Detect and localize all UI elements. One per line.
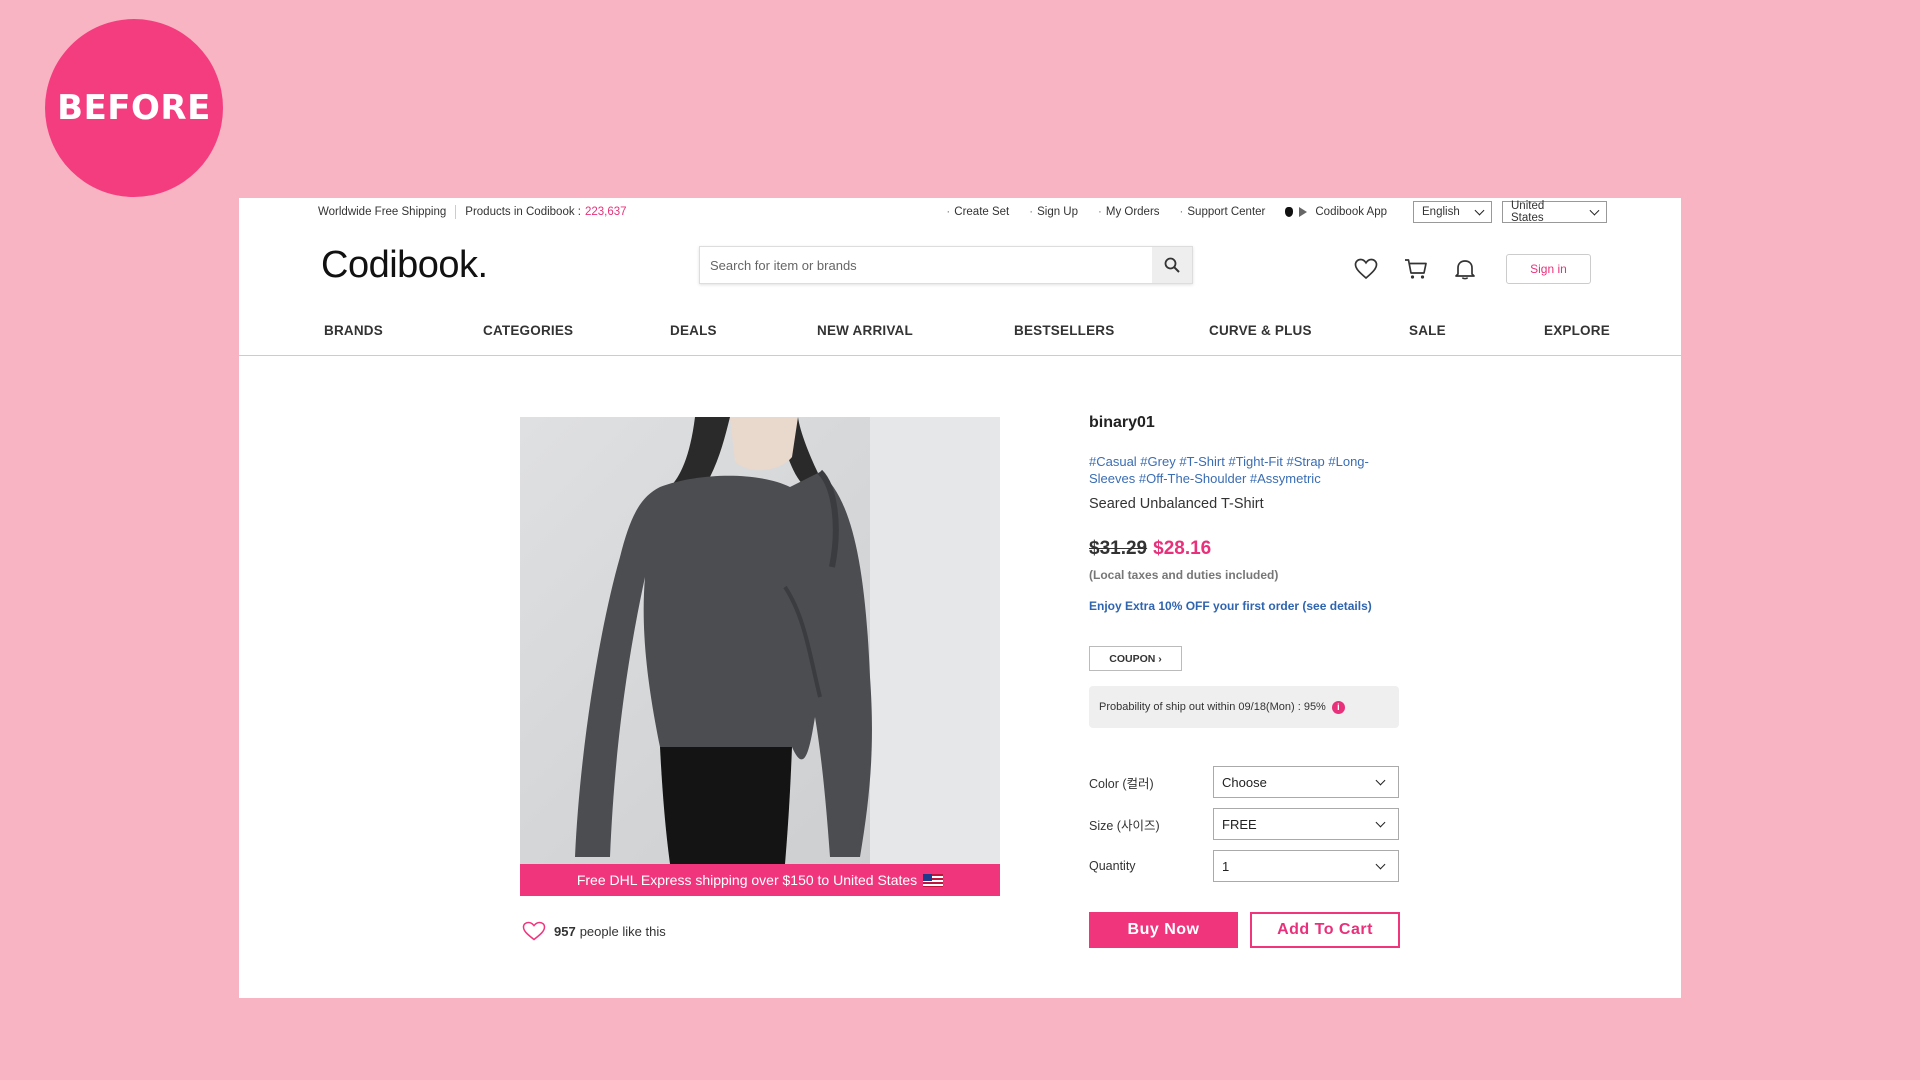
model-figure bbox=[575, 417, 1000, 864]
search-icon bbox=[1164, 257, 1180, 273]
nav-categories[interactable]: CATEGORIES bbox=[483, 323, 573, 338]
before-badge: BEFORE bbox=[45, 19, 223, 197]
size-label: Size (사이즈) bbox=[1089, 818, 1160, 833]
nav-deals[interactable]: DEALS bbox=[670, 323, 717, 338]
likes-text: people like this bbox=[579, 923, 666, 939]
size-value: FREE bbox=[1222, 816, 1257, 832]
language-value: English bbox=[1422, 206, 1460, 218]
quantity-select[interactable]: 1 bbox=[1213, 850, 1399, 882]
color-value: Choose bbox=[1222, 774, 1267, 790]
product-name: Seared Unbalanced T-Shirt bbox=[1089, 496, 1264, 512]
size-option: Size (사이즈) FREE bbox=[1089, 808, 1399, 840]
free-shipping-text: Worldwide Free Shipping bbox=[318, 206, 447, 218]
app-link-label: Codibook App bbox=[1315, 206, 1387, 218]
taxes-note: (Local taxes and duties included) bbox=[1089, 568, 1279, 582]
heart-icon[interactable] bbox=[1354, 258, 1378, 280]
utility-bar: Worldwide Free Shipping Products in Codi… bbox=[239, 198, 1681, 224]
logo[interactable]: Codibook. bbox=[321, 244, 488, 287]
website-frame: Worldwide Free Shipping Products in Codi… bbox=[239, 198, 1681, 998]
my-orders-link[interactable]: My Orders bbox=[1098, 206, 1160, 218]
chevron-down-icon bbox=[1375, 859, 1386, 869]
quantity-value: 1 bbox=[1222, 858, 1230, 874]
ship-probability: Probability of ship out within 09/18(Mon… bbox=[1089, 686, 1399, 728]
likes: 957 people like this bbox=[522, 921, 666, 941]
promo-link[interactable]: Enjoy Extra 10% OFF your first order (se… bbox=[1089, 599, 1372, 613]
country-value: United States bbox=[1511, 200, 1545, 224]
search-input[interactable] bbox=[700, 247, 1152, 283]
info-icon[interactable]: i bbox=[1331, 700, 1345, 714]
likes-count: 957 bbox=[554, 923, 576, 939]
heart-icon[interactable] bbox=[522, 921, 546, 941]
search-button[interactable] bbox=[1152, 247, 1192, 283]
color-label: Color (컬러) bbox=[1089, 776, 1154, 791]
bell-icon[interactable] bbox=[1454, 258, 1476, 280]
language-select[interactable]: English bbox=[1413, 201, 1492, 223]
search-bar bbox=[699, 246, 1193, 284]
coupon-button[interactable]: COUPON › bbox=[1089, 646, 1182, 671]
original-price: $31.29 bbox=[1089, 538, 1148, 559]
play-store-icon bbox=[1299, 207, 1308, 217]
nav-new-arrival[interactable]: NEW ARRIVAL bbox=[817, 323, 913, 338]
color-select[interactable]: Choose bbox=[1213, 766, 1399, 798]
shipping-banner: Free DHL Express shipping over $150 to U… bbox=[520, 864, 1000, 896]
buy-now-button[interactable]: Buy Now bbox=[1089, 912, 1238, 948]
nav-curve-plus[interactable]: CURVE & PLUS bbox=[1209, 323, 1312, 338]
sign-in-button[interactable]: Sign in bbox=[1506, 254, 1591, 284]
size-select[interactable]: FREE bbox=[1213, 808, 1399, 840]
quantity-label: Quantity bbox=[1089, 859, 1136, 873]
before-badge-label: BEFORE bbox=[57, 88, 211, 128]
nav-brands[interactable]: BRANDS bbox=[324, 323, 383, 338]
support-center-link[interactable]: Support Center bbox=[1180, 206, 1265, 218]
nav-sale[interactable]: SALE bbox=[1409, 323, 1446, 338]
quantity-option: Quantity 1 bbox=[1089, 850, 1399, 882]
color-option: Color (컬러) Choose bbox=[1089, 766, 1399, 798]
nav-explore[interactable]: EXPLORE bbox=[1544, 323, 1610, 338]
products-count: 223,637 bbox=[584, 206, 627, 218]
product-tags[interactable]: #Casual #Grey #T-Shirt #Tight-Fit #Strap… bbox=[1089, 453, 1399, 487]
chevron-down-icon bbox=[1375, 817, 1386, 827]
product-image[interactable]: Free DHL Express shipping over $150 to U… bbox=[520, 417, 1000, 896]
sign-up-link[interactable]: Sign Up bbox=[1029, 206, 1078, 218]
products-count-label: Products in Codibook : bbox=[465, 206, 581, 218]
nav-bestsellers[interactable]: BESTSELLERS bbox=[1014, 323, 1114, 338]
purchase-buttons: Buy Now Add To Cart bbox=[1089, 912, 1400, 948]
us-flag-icon bbox=[923, 873, 944, 887]
price-block: $31.29 $28.16 bbox=[1089, 538, 1211, 560]
brand-name[interactable]: binary01 bbox=[1089, 414, 1155, 432]
country-select[interactable]: United States bbox=[1502, 200, 1607, 224]
apple-icon bbox=[1285, 207, 1294, 217]
ship-probability-text: Probability of ship out within 09/18(Mon… bbox=[1099, 701, 1326, 713]
divider bbox=[455, 205, 457, 219]
cart-icon[interactable] bbox=[1404, 258, 1428, 280]
chevron-down-icon bbox=[1589, 205, 1600, 215]
add-to-cart-button[interactable]: Add To Cart bbox=[1250, 912, 1400, 948]
header-icons bbox=[1354, 258, 1476, 280]
chevron-down-icon bbox=[1375, 775, 1386, 785]
sale-price: $28.16 bbox=[1153, 538, 1212, 559]
create-set-link[interactable]: Create Set bbox=[946, 206, 1009, 218]
app-link[interactable]: Codibook App bbox=[1285, 206, 1387, 218]
chevron-down-icon bbox=[1474, 205, 1485, 215]
main-nav: BRANDS CATEGORIES DEALS NEW ARRIVAL BEST… bbox=[239, 314, 1681, 356]
shipping-banner-text: Free DHL Express shipping over $150 to U… bbox=[576, 872, 918, 888]
